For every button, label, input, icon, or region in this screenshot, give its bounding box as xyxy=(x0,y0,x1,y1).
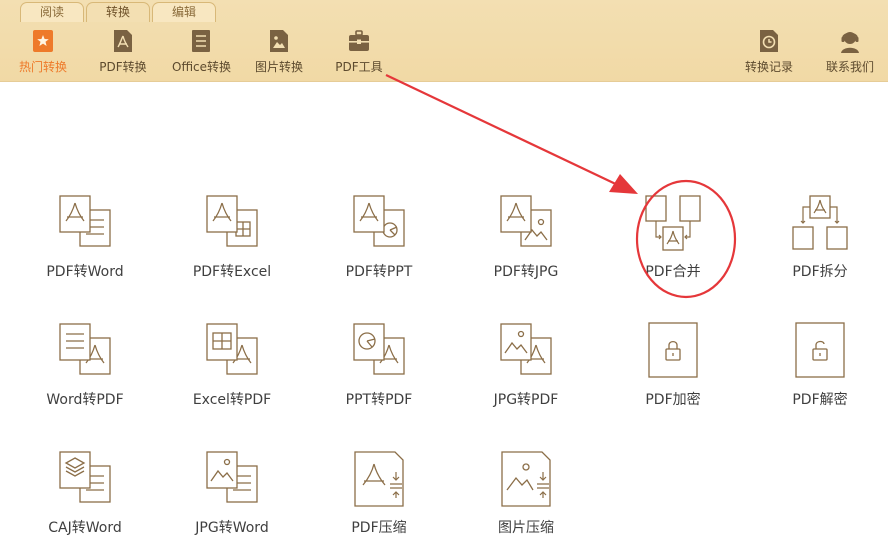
pdf-to-excel-icon xyxy=(206,195,258,247)
pdf-encrypt-icon xyxy=(648,322,698,378)
label-pdf-to-jpg: PDF转JPG xyxy=(493,264,559,280)
label-word-to-pdf: Word转PDF xyxy=(46,392,124,408)
history-icon xyxy=(760,30,778,52)
toolbar-pdf-convert[interactable]: PDF转换 xyxy=(98,28,148,76)
label-ppt-to-pdf: PPT转PDF xyxy=(345,392,413,408)
convert-pdf-to-ppt[interactable]: PDF转PPT xyxy=(314,194,444,281)
annotation-arrow-head xyxy=(609,174,638,194)
label-pdf-to-word: PDF转Word xyxy=(46,264,124,280)
pdf-to-jpg-icon xyxy=(500,195,552,247)
office-doc-icon xyxy=(192,30,210,52)
label-excel-to-pdf: Excel转PDF xyxy=(192,392,272,408)
toolbar-pdf-tools[interactable]: PDF工具 xyxy=(335,28,383,76)
label-pdf-compress: PDF压缩 xyxy=(351,520,407,536)
toolbar-history[interactable]: 转换记录 xyxy=(743,28,795,76)
label-pdf-to-excel: PDF转Excel xyxy=(192,264,272,280)
pdf-decrypt-icon xyxy=(795,322,845,378)
convert-excel-to-pdf[interactable]: Excel转PDF xyxy=(167,322,297,409)
caj-to-word-icon xyxy=(59,451,111,503)
convert-caj-to-word[interactable]: CAJ转Word xyxy=(20,450,150,537)
pdf-to-ppt-icon xyxy=(353,195,405,247)
convert-pdf-to-excel[interactable]: PDF转Excel xyxy=(167,194,297,281)
convert-pdf-to-word[interactable]: PDF转Word xyxy=(20,194,150,281)
support-agent-icon xyxy=(841,32,859,53)
toolbox-icon xyxy=(349,30,369,51)
toolbar-ribbon: 阅读 转换 编辑 热门转换 PDF转换 Office转换 图片转换 PDF工具 … xyxy=(0,0,888,82)
jpg-to-pdf-icon xyxy=(500,323,552,375)
toolbar-contact[interactable]: 联系我们 xyxy=(824,28,876,76)
pdf-to-word-icon xyxy=(59,195,111,247)
label-jpg-to-pdf: JPG转PDF xyxy=(493,392,559,408)
convert-pdf-encrypt[interactable]: PDF加密 xyxy=(608,322,738,409)
toolbar-office-convert[interactable]: Office转换 xyxy=(172,28,231,76)
convert-word-to-pdf[interactable]: Word转PDF xyxy=(20,322,150,409)
pdf-compress-icon xyxy=(354,451,404,507)
convert-pdf-compress[interactable]: PDF压缩 xyxy=(314,450,444,537)
jpg-to-word-icon xyxy=(206,451,258,503)
pdf-doc-icon xyxy=(114,30,132,52)
pdf-split-icon xyxy=(792,195,848,250)
annotation-arrow-line xyxy=(385,74,623,188)
label-pdf-encrypt: PDF加密 xyxy=(645,392,701,408)
ppt-to-pdf-icon xyxy=(353,323,405,375)
pdf-merge-icon xyxy=(645,195,701,251)
convert-jpg-to-word[interactable]: JPG转Word xyxy=(167,450,297,537)
convert-image-compress[interactable]: 图片压缩 xyxy=(461,450,591,537)
tab-edit[interactable]: 编辑 xyxy=(152,2,216,22)
label-caj-to-word: CAJ转Word xyxy=(48,520,122,536)
convert-pdf-decrypt[interactable]: PDF解密 xyxy=(755,322,885,409)
convert-pdf-split[interactable]: PDF拆分 xyxy=(755,194,885,281)
convert-pdf-to-jpg[interactable]: PDF转JPG xyxy=(461,194,591,281)
label-pdf-decrypt: PDF解密 xyxy=(792,392,848,408)
convert-pdf-merge[interactable]: PDF合并 xyxy=(608,194,738,281)
image-doc-icon xyxy=(270,30,288,52)
tab-read[interactable]: 阅读 xyxy=(20,2,84,22)
image-compress-icon xyxy=(501,451,551,507)
label-image-compress: 图片压缩 xyxy=(498,520,554,536)
word-to-pdf-icon xyxy=(59,323,111,375)
label-jpg-to-word: JPG转Word xyxy=(195,520,269,536)
tab-convert[interactable]: 转换 xyxy=(86,2,150,22)
convert-ppt-to-pdf[interactable]: PPT转PDF xyxy=(314,322,444,409)
label-pdf-merge: PDF合并 xyxy=(645,264,701,280)
toolbar-image-convert[interactable]: 图片转换 xyxy=(254,28,304,76)
convert-jpg-to-pdf[interactable]: JPG转PDF xyxy=(461,322,591,409)
label-pdf-to-ppt: PDF转PPT xyxy=(345,264,413,280)
toolbar-hot-convert[interactable]: 热门转换 xyxy=(18,28,68,76)
star-doc-icon xyxy=(33,30,53,52)
label-pdf-split: PDF拆分 xyxy=(792,264,848,280)
excel-to-pdf-icon xyxy=(206,323,258,375)
